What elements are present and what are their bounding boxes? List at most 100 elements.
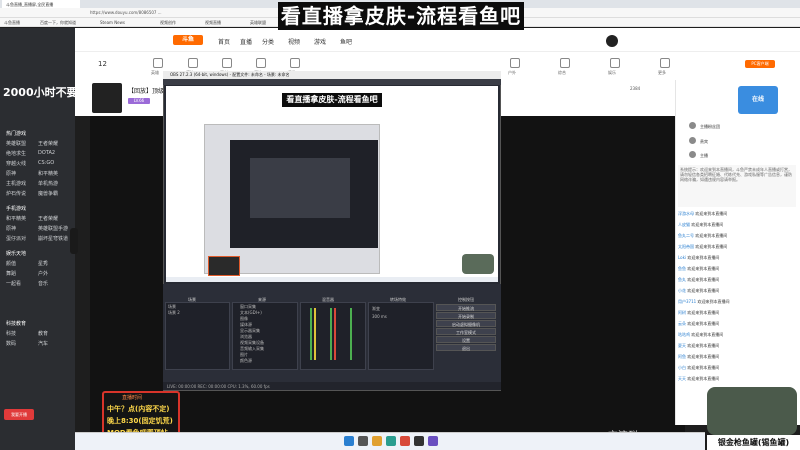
chat-username[interactable]: 太阳帝国	[678, 244, 694, 249]
chat-username[interactable]: 小白	[678, 365, 686, 370]
sidebar-item[interactable]: 英雄联盟手游	[38, 225, 68, 232]
bookmark-item[interactable]: 斗鱼直播	[4, 20, 20, 26]
streamer-avatar[interactable]	[92, 83, 122, 113]
obs-status-bar: LIVE: 00:00:00 REC: 00:00:00 CPU: 1.3%, …	[163, 382, 501, 390]
browser-icon[interactable]	[386, 436, 396, 446]
exit-button[interactable]: 退出	[436, 344, 496, 351]
explorer-icon[interactable]	[372, 436, 382, 446]
sidebar-item[interactable]: 炉石传说	[6, 190, 26, 197]
pc-client-button[interactable]: PC客户端	[745, 60, 775, 68]
start-streaming-button[interactable]: 开始推流	[436, 304, 496, 311]
sidebar-collapse-handle[interactable]	[70, 228, 78, 254]
chat-username[interactable]: 人皮猫	[678, 222, 690, 227]
sidebar-item[interactable]: 主机游戏	[6, 180, 26, 187]
obs-icon[interactable]	[414, 436, 424, 446]
transition-duration[interactable]: 300 ms	[372, 314, 387, 319]
start-recording-button[interactable]: 开始录制	[436, 312, 496, 319]
sidebar-item[interactable]: 星秀	[38, 260, 48, 267]
chat-username[interactable]: 天天	[678, 376, 686, 381]
sidebar-item[interactable]: 蛋仔派对	[6, 235, 26, 242]
sidebar-item[interactable]: 单机热游	[38, 180, 58, 187]
sidebar-item[interactable]: 王者荣耀	[38, 215, 58, 222]
sidebar-item[interactable]: 穿越火线	[6, 160, 26, 167]
start-icon[interactable]	[344, 436, 354, 446]
chat-text: 欢迎来到本直播间	[687, 354, 720, 359]
bookmark-item[interactable]: 视频直播	[205, 20, 221, 26]
bookmark-item[interactable]: 百度一下，你就知道	[40, 20, 76, 26]
category-icon[interactable]	[510, 58, 520, 68]
bookmark-item[interactable]: 视频创作	[160, 20, 176, 26]
category-icon[interactable]	[153, 58, 163, 68]
sidebar-item[interactable]: 一起看	[6, 280, 21, 287]
nav-category[interactable]: 分类	[262, 37, 274, 46]
category-icon[interactable]	[188, 58, 198, 68]
chat-username[interactable]: 阿鱼	[678, 354, 686, 359]
nested-schedule-card	[208, 256, 240, 276]
sidebar-item[interactable]: 科技	[6, 330, 16, 337]
chat-username[interactable]: 夏天	[678, 343, 686, 348]
user-avatar[interactable]	[606, 35, 618, 47]
virtual-camera-button[interactable]: 启动虚拟摄像机	[436, 320, 496, 327]
category-icon[interactable]	[256, 58, 266, 68]
settings-button[interactable]: 设置	[436, 336, 496, 343]
sidebar-item[interactable]: 音乐	[38, 280, 48, 287]
chat-username[interactable]: 用户3711	[678, 299, 696, 304]
url-field[interactable]: https://www.douyu.com/8086507 ...	[90, 10, 290, 16]
chat-text: 欢迎来到本直播间	[687, 266, 720, 271]
sidebar-item[interactable]: 英雄联盟	[6, 140, 26, 147]
chat-username[interactable]: 鱼丸	[678, 277, 686, 282]
site-logo[interactable]: 斗鱼	[173, 35, 203, 45]
sidebar-item[interactable]: 数码	[6, 340, 16, 347]
scene-item[interactable]: 场景 2	[168, 310, 180, 316]
app-icon[interactable]	[400, 436, 410, 446]
chat-username[interactable]: 小花	[678, 288, 686, 293]
chat-message: 鱼丸 欢迎来到本直播间	[678, 277, 719, 283]
chat-username[interactable]: Loki	[678, 255, 686, 260]
browser-tab[interactable]: 斗鱼直播_直播屏,全民直播	[2, 0, 80, 8]
chat-username[interactable]: 阿树	[678, 310, 686, 315]
chat-username[interactable]: 浮游水母	[678, 211, 694, 216]
sidebar-item[interactable]: 和平精英	[6, 215, 26, 222]
category-icon[interactable]	[290, 58, 300, 68]
sidebar-item[interactable]: 舞蹈	[6, 270, 16, 277]
sidebar-item[interactable]: 户外	[38, 270, 48, 277]
app-icon[interactable]	[428, 436, 438, 446]
sidebar-item[interactable]: 原神	[6, 170, 16, 177]
search-icon[interactable]	[358, 436, 368, 446]
audio-meter	[350, 308, 352, 360]
sidebar-item[interactable]: 和平精英	[38, 170, 58, 177]
category-icon[interactable]	[610, 58, 620, 68]
category-icon[interactable]	[222, 58, 232, 68]
sidebar-item[interactable]: 汽车	[38, 340, 48, 347]
chat-username[interactable]: 鱼鱼	[678, 266, 686, 271]
chat-username[interactable]: 咕咕鸡	[678, 332, 690, 337]
sidebar-item[interactable]: CS:GO	[38, 160, 54, 166]
nav-games[interactable]: 游戏	[314, 37, 326, 46]
chat-username[interactable]: 鱼丸二号	[678, 233, 694, 238]
sidebar-item[interactable]: DOTA2	[38, 150, 55, 156]
sidebar-item[interactable]: 崩坏星穹铁道	[38, 235, 68, 242]
chat-message: 夏天 欢迎来到本直播间	[678, 343, 719, 349]
sidebar-item[interactable]: 颜值	[6, 260, 16, 267]
source-item[interactable]: 颜色源	[240, 358, 252, 364]
sidebar-item[interactable]: 魔兽争霸	[38, 190, 58, 197]
category-icon[interactable]	[560, 58, 570, 68]
category-icon[interactable]	[660, 58, 670, 68]
sidebar-item[interactable]: 教育	[38, 330, 48, 337]
nav-live[interactable]: 直播	[240, 37, 252, 46]
bookmark-item[interactable]: Steam News	[100, 20, 125, 25]
studio-mode-button[interactable]: 工作室模式	[436, 328, 496, 335]
sidebar-item[interactable]: 原神	[6, 225, 16, 232]
bookmark-item[interactable]: 英雄联盟	[250, 20, 266, 26]
chat-banner: 在线	[738, 86, 778, 114]
nav-video[interactable]: 视频	[288, 37, 300, 46]
sidebar-item[interactable]: 王者荣耀	[38, 140, 58, 147]
transition-select[interactable]: 渐变	[372, 306, 380, 312]
nav-fishbar[interactable]: 鱼吧	[340, 37, 352, 46]
sidebar-item[interactable]: 绝地求生	[6, 150, 26, 157]
category-label: 户外	[508, 70, 516, 75]
nav-home[interactable]: 首页	[218, 37, 230, 46]
chat-message: 咕咕鸡 欢迎来到本直播间	[678, 332, 723, 338]
chat-username[interactable]: 云朵	[678, 321, 686, 326]
go-live-button[interactable]: 我要开播	[4, 409, 34, 420]
